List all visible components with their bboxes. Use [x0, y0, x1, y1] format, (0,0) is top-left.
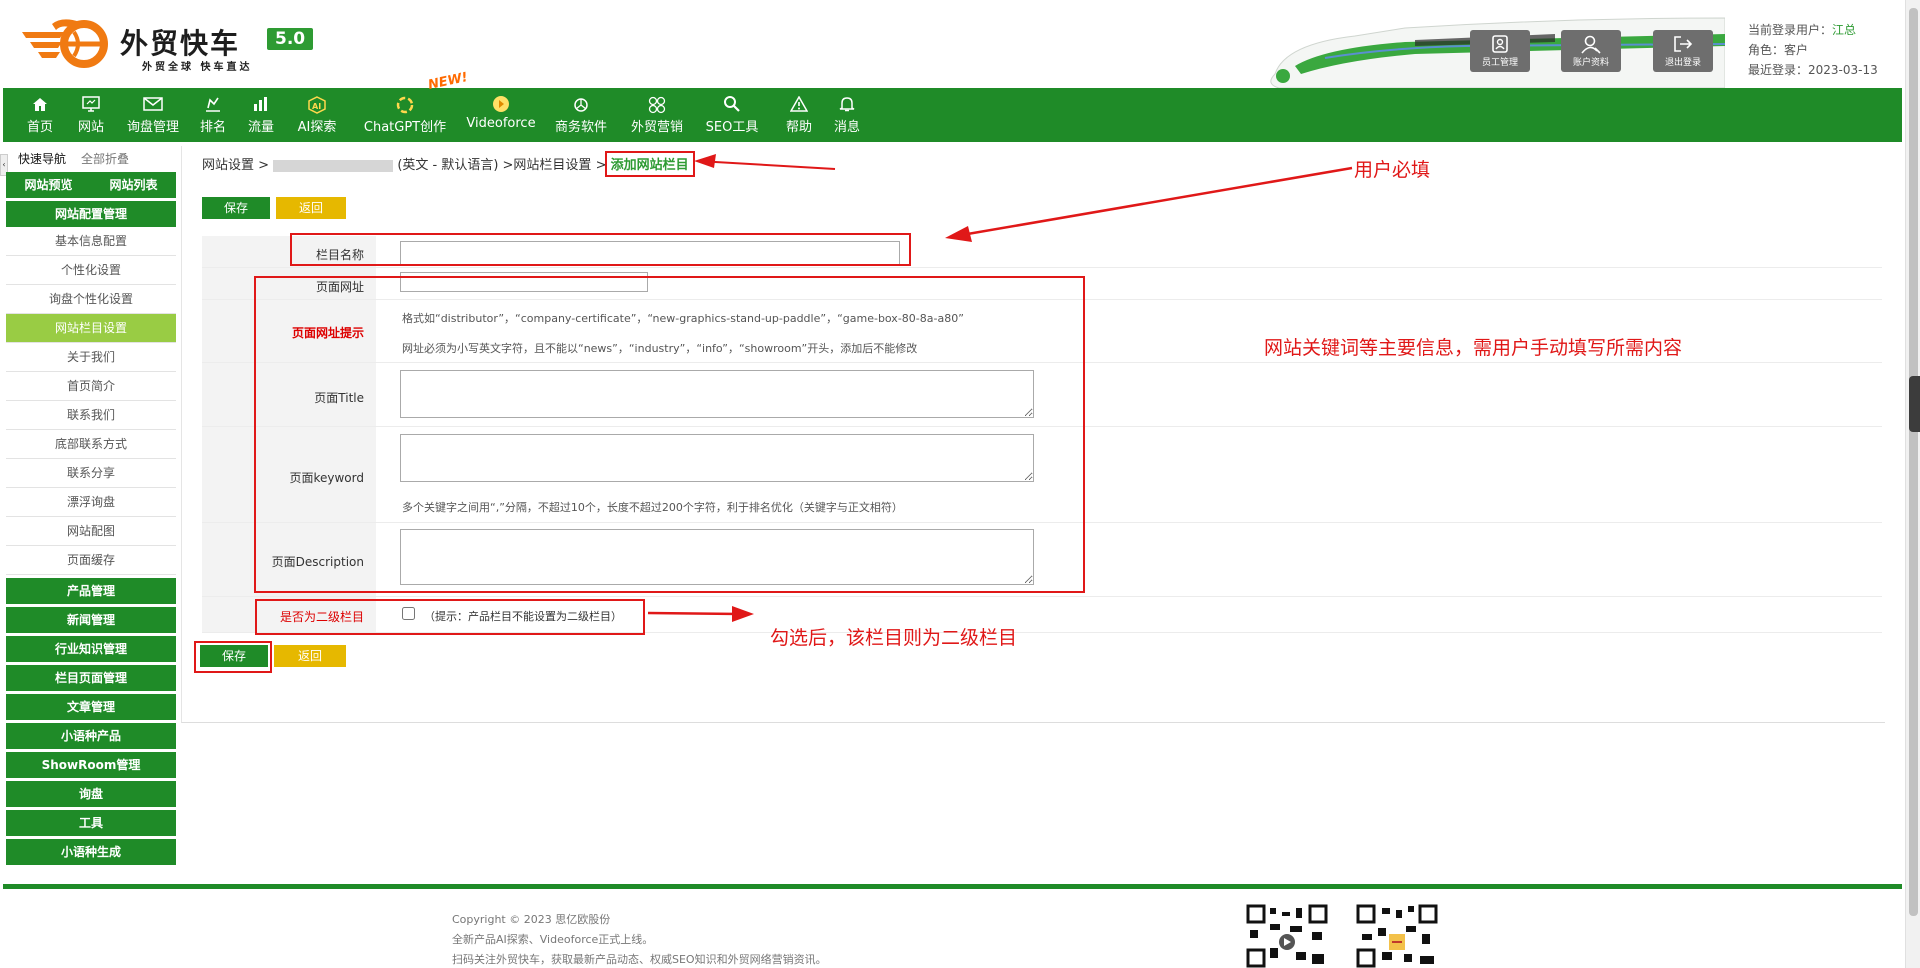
footer-text: Copyright © 2023 思亿欧股份 全新产品AI探索、Videofor… [452, 910, 827, 968]
scrollbar-thumb[interactable] [1909, 8, 1918, 916]
floating-side-handle[interactable] [1909, 376, 1920, 432]
qr-code-icon [1246, 904, 1328, 968]
annotation-second-level: 勾选后，该栏目则为二级栏目 [770, 627, 1018, 649]
footer-divider [3, 884, 1902, 889]
page-scrollbar[interactable] [1905, 0, 1920, 968]
annotation-required: 用户必填 [1354, 159, 1431, 181]
page: 外贸快车 5.0 外贸全球 快车直达 员工管理 账户资料 退出登录 当前登录用户… [0, 0, 1920, 968]
qr-code-wechat-icon [1356, 904, 1438, 968]
footer-announcement: 全新产品AI探索、Videoforce正式上线。 [452, 933, 654, 946]
footer-follow: 扫码关注外贸快车，获取最新产品动态、权威SEO知识和外贸网络营销资讯。 [452, 953, 827, 966]
annotation-arrows [647, 154, 1353, 622]
footer-copyright: Copyright © 2023 思亿欧股份 [452, 913, 611, 926]
annotation-seo-info: 网站关键词等主要信息，需用户手动填写所需内容 [1264, 337, 1683, 359]
